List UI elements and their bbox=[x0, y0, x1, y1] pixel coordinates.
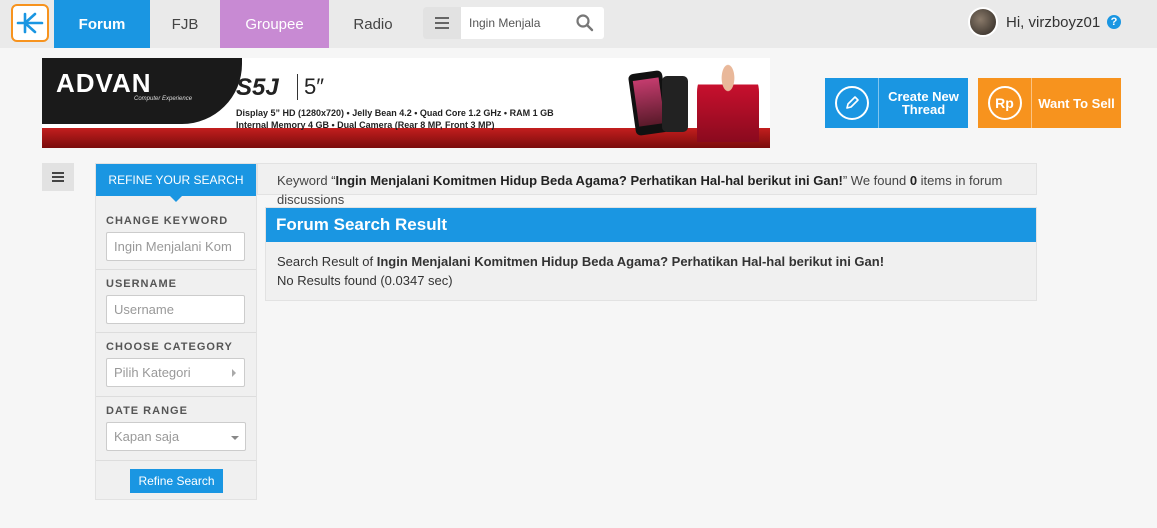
search-icon[interactable] bbox=[575, 13, 595, 33]
results-query: Ingin Menjalani Komitmen Hidup Beda Agam… bbox=[376, 254, 885, 269]
results-status: No Results found (0.0347 sec) bbox=[277, 273, 453, 288]
keyword-input[interactable]: Ingin Menjalani Kom bbox=[106, 232, 245, 261]
refine-search-panel: REFINE YOUR SEARCH CHANGE KEYWORD Ingin … bbox=[95, 163, 257, 500]
divider bbox=[96, 396, 256, 397]
banner-brand-sub: Computer Experience bbox=[134, 96, 193, 102]
refine-search-tab[interactable]: REFINE YOUR SEARCH bbox=[96, 164, 256, 202]
pencil-icon bbox=[825, 78, 879, 128]
banner-spec-line1: Display 5” HD (1280x720) • Jelly Bean 4.… bbox=[236, 108, 554, 118]
hamburger-icon[interactable] bbox=[423, 7, 461, 39]
banner-divider bbox=[297, 74, 298, 100]
chevron-down-icon bbox=[231, 436, 239, 440]
want-to-sell-button[interactable]: Rp Want To Sell bbox=[978, 78, 1121, 128]
refine-search-button[interactable]: Refine Search bbox=[130, 469, 223, 493]
advertisement-banner[interactable]: ADVAN Computer Experience S5J 5″ Display… bbox=[42, 58, 770, 148]
divider bbox=[96, 332, 256, 333]
rupiah-icon: Rp bbox=[978, 78, 1032, 128]
username-label: USERNAME bbox=[106, 278, 177, 290]
nav-tab-groupee[interactable]: Groupee bbox=[220, 0, 329, 48]
category-select-value: Pilih Kategori bbox=[114, 365, 191, 380]
search-box bbox=[423, 7, 604, 39]
top-navbar: Forum FJB Groupee Radio Hi, virzboyz01 ? bbox=[0, 0, 1157, 48]
banner-model: S5J bbox=[236, 74, 279, 101]
divider bbox=[96, 269, 256, 270]
hamburger-small-icon bbox=[52, 172, 64, 182]
kaskus-logo-icon[interactable] bbox=[11, 4, 49, 42]
help-icon[interactable]: ? bbox=[1107, 15, 1121, 29]
change-keyword-label: CHANGE KEYWORD bbox=[106, 215, 229, 227]
date-range-select[interactable]: Kapan saja bbox=[106, 422, 246, 451]
banner-size: 5″ bbox=[304, 74, 325, 99]
chevron-right-icon bbox=[232, 369, 236, 377]
banner-model-image bbox=[697, 62, 759, 142]
banner-phone-back-image bbox=[662, 76, 688, 132]
banner-spec-line2: Internal Memory 4 GB • Dual Camera (Rear… bbox=[236, 120, 495, 130]
date-range-select-value: Kapan saja bbox=[114, 429, 180, 444]
summary-count: 0 bbox=[909, 173, 918, 188]
sidebar-toggle-button[interactable] bbox=[42, 163, 74, 191]
results-query-line: Search Result of Ingin Menjalani Komitme… bbox=[277, 254, 885, 269]
nav-tab-radio[interactable]: Radio bbox=[329, 0, 417, 48]
category-label: CHOOSE CATEGORY bbox=[106, 341, 233, 353]
create-thread-button[interactable]: Create New Thread bbox=[825, 78, 968, 128]
username-input[interactable]: Username bbox=[106, 295, 245, 324]
category-select[interactable]: Pilih Kategori bbox=[106, 358, 245, 387]
banner-brand: ADVAN bbox=[56, 68, 152, 98]
date-range-label: DATE RANGE bbox=[106, 405, 188, 417]
want-to-sell-label: Want To Sell bbox=[1038, 95, 1115, 111]
results-title: Forum Search Result bbox=[266, 208, 1036, 242]
summary-keyword: Ingin Menjalani Komitmen Hidup Beda Agam… bbox=[335, 173, 843, 188]
search-summary: Keyword “Ingin Menjalani Komitmen Hidup … bbox=[257, 163, 1037, 207]
avatar[interactable] bbox=[968, 7, 998, 37]
search-input[interactable] bbox=[469, 7, 569, 39]
create-thread-label: Create New Thread bbox=[888, 89, 959, 117]
user-greeting[interactable]: Hi, virzboyz01 bbox=[1006, 14, 1100, 31]
divider bbox=[96, 460, 256, 461]
nav-tab-forum[interactable]: Forum bbox=[54, 0, 150, 48]
forum-search-results: Forum Search Result Search Result of Ing… bbox=[265, 207, 1037, 301]
nav-tab-fjb[interactable]: FJB bbox=[150, 0, 220, 48]
